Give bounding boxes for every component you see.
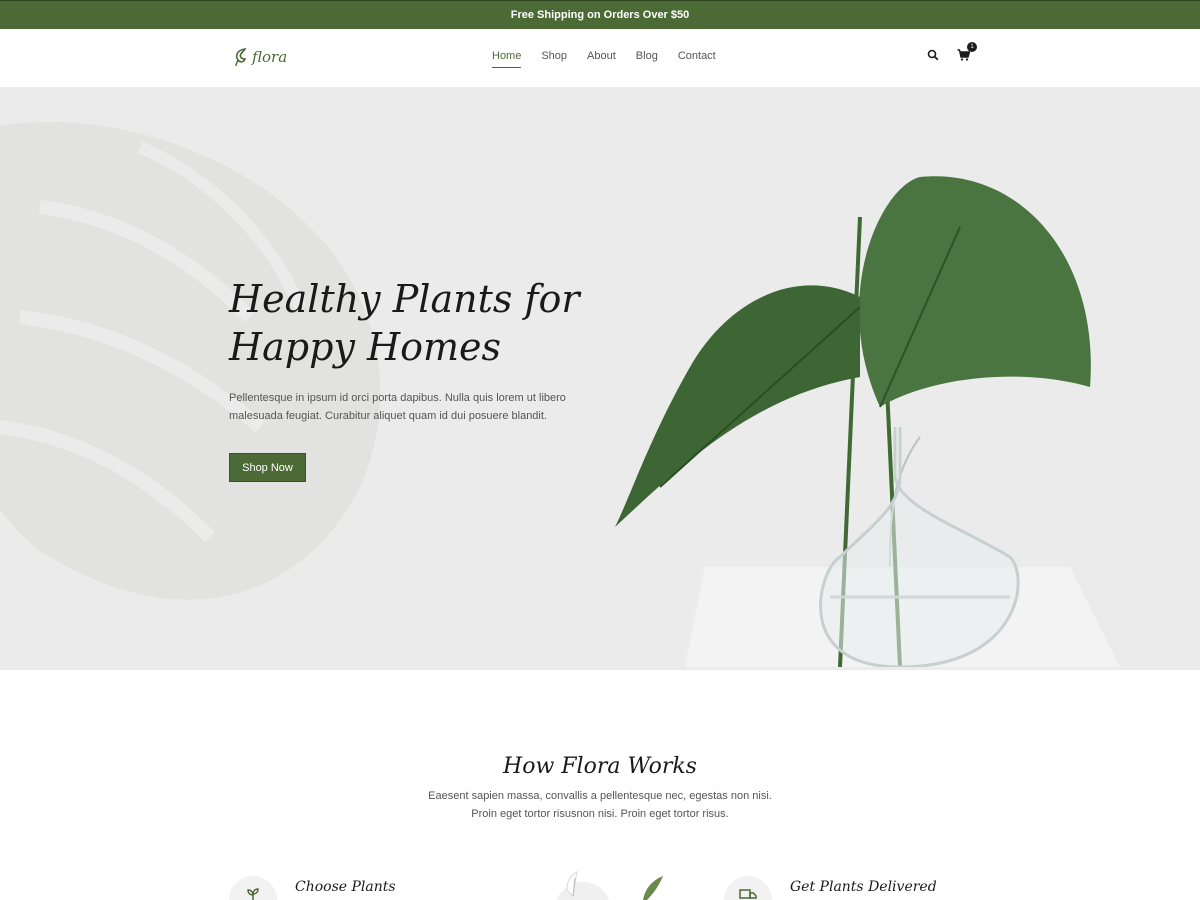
nav-item-home[interactable]: Home [492,50,522,68]
sprout-icon [229,876,277,900]
site-header: flora Home Shop About Blog Contact 1 [0,29,1200,87]
hero-description: Pellentesque in ipsum id orci porta dapi… [229,392,566,422]
nav-item-blog[interactable]: Blog [636,50,658,68]
step-choose-plants: Choose Plants [229,876,396,900]
logo[interactable]: flora [233,47,287,67]
hero-title-line-1: Healthy Plants for [229,277,580,321]
section-description: Eaesent sapien massa, convallis a pellen… [428,790,772,820]
cart-count-badge: 1 [967,42,977,52]
plant-illustration [556,871,663,900]
step-title: Choose Plants [295,879,396,895]
hero-title-line-2: Happy Homes [229,325,502,369]
step-title: Get Plants Delivered [790,879,937,895]
main-menu: Home Shop About Blog Contact [492,50,736,68]
shop-now-button[interactable]: Shop Now [229,453,306,482]
plant-in-vase-image [615,176,1120,667]
header-actions: 1 [927,42,977,66]
step-get-plants-delivered: Get Plants Delivered [724,876,937,900]
hero-banner: Healthy Plants for Happy Homes Pellentes… [0,87,1200,670]
nav-item-shop[interactable]: Shop [541,50,567,68]
cart-button[interactable]: 1 [957,42,977,66]
search-icon[interactable] [927,48,939,66]
leaf-logo-icon [235,48,247,67]
truck-icon [724,876,772,900]
announcement-text: Free Shipping on Orders Over $50 [510,9,690,21]
nav-item-about[interactable]: About [587,50,616,68]
announcement-bar: Free Shipping on Orders Over $50 [0,0,1200,29]
section-title: How Flora Works [503,754,697,779]
nav-item-contact[interactable]: Contact [678,50,716,68]
logo-text: flora [252,48,288,66]
hero-title: Healthy Plants for Happy Homes [229,275,609,371]
